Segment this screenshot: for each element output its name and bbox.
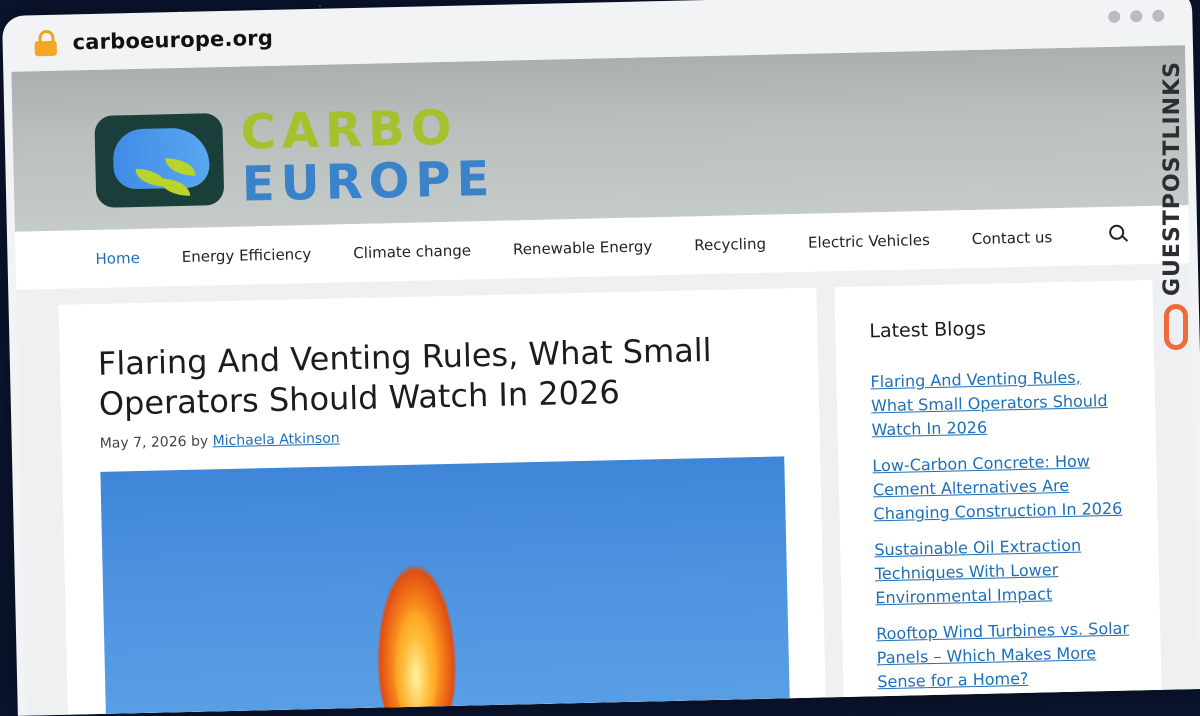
brand-name-line2: EUROPE: [241, 150, 496, 213]
web-page: CARBO EUROPE Home Energy Efficiency Clim…: [11, 45, 1200, 716]
lock-icon: [34, 29, 57, 57]
site-logo[interactable]: CARBO EUROPE: [94, 99, 496, 213]
site-header: CARBO EUROPE: [11, 45, 1189, 232]
link-icon: [1164, 304, 1188, 350]
sidebar-heading: Latest Blogs: [869, 317, 987, 343]
list-item: Rooftop Wind Turbines vs. Solar Panels –…: [876, 617, 1132, 695]
blog-link[interactable]: Flaring And Venting Rules, What Small Op…: [870, 368, 1107, 440]
browser-window: carboeurope.org CARBO EUROPE Home Energy…: [2, 0, 1200, 716]
list-item: Flaring And Venting Rules, What Small Op…: [870, 365, 1126, 443]
search-icon[interactable]: [1109, 224, 1131, 246]
nav-item-contact-us[interactable]: Contact us: [972, 228, 1053, 248]
article-meta: May 7, 2026 by Michaela Atkinson: [99, 420, 784, 452]
watermark-text: GUESTPOSTLINKS: [1160, 61, 1185, 296]
nav-item-renewable-energy[interactable]: Renewable Energy: [513, 237, 653, 258]
article-title: Flaring And Venting Rules, What Small Op…: [97, 330, 712, 423]
article-by: by: [190, 433, 209, 450]
nav-item-home[interactable]: Home: [95, 249, 140, 268]
window-controls: [1108, 9, 1165, 23]
list-item: Low-Carbon Concrete: How Cement Alternat…: [872, 449, 1128, 527]
content-area: Flaring And Venting Rules, What Small Op…: [16, 263, 1199, 716]
blog-link[interactable]: Rooftop Wind Turbines vs. Solar Panels –…: [876, 619, 1129, 692]
url-text[interactable]: carboeurope.org: [72, 26, 273, 55]
nav-item-climate-change[interactable]: Climate change: [353, 241, 471, 262]
brand-name-line1: CARBO: [240, 99, 459, 161]
latest-blogs-list: Flaring And Venting Rules, What Small Op…: [870, 365, 1131, 695]
article-date: May 7, 2026: [99, 433, 187, 452]
list-item: Sustainable Oil Extraction Techniques Wi…: [874, 533, 1130, 611]
nav-item-energy-efficiency[interactable]: Energy Efficiency: [182, 245, 312, 266]
guestpostlinks-watermark: GUESTPOSTLINKS: [1160, 56, 1194, 356]
blog-link[interactable]: Sustainable Oil Extraction Techniques Wi…: [874, 536, 1081, 608]
nav-item-recycling[interactable]: Recycling: [694, 235, 766, 255]
nav-item-electric-vehicles[interactable]: Electric Vehicles: [808, 231, 930, 252]
blog-link[interactable]: Low-Carbon Concrete: How Cement Alternat…: [872, 451, 1122, 523]
author-link[interactable]: Michaela Atkinson: [212, 430, 339, 449]
footprint-logo-icon: [94, 113, 225, 208]
featured-image: [100, 456, 791, 716]
sidebar: Latest Blogs Flaring And Venting Rules, …: [834, 279, 1162, 708]
window-dot-icon[interactable]: [1130, 10, 1143, 23]
window-dot-icon[interactable]: [1108, 10, 1121, 23]
article: Flaring And Venting Rules, What Small Op…: [58, 287, 826, 716]
